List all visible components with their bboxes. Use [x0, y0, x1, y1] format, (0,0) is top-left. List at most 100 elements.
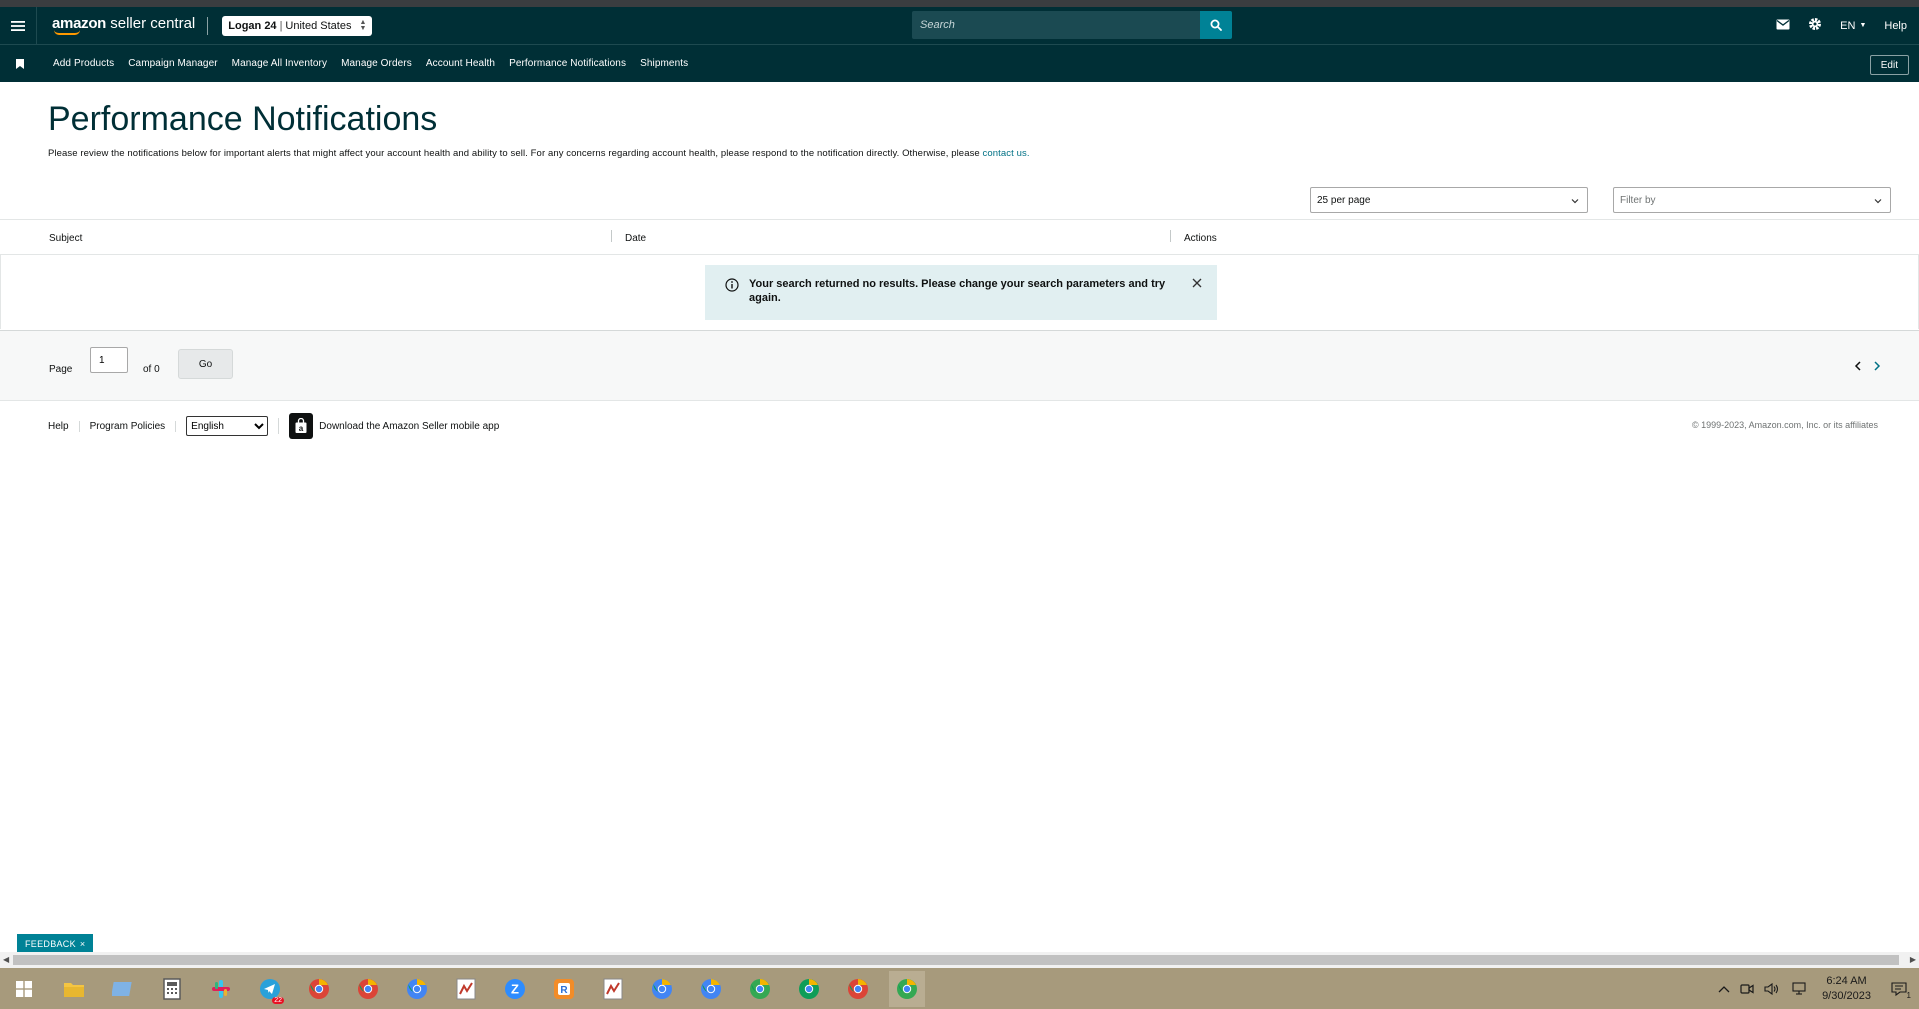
scrollbar-thumb[interactable] — [13, 955, 1899, 965]
chevron-up-icon[interactable] — [1718, 985, 1730, 993]
file-explorer-icon[interactable] — [56, 971, 92, 1007]
filter-by-placeholder: Filter by — [1620, 194, 1656, 206]
language-selector[interactable]: EN ▼ — [1840, 20, 1866, 32]
bookmark-icon[interactable] — [0, 58, 40, 69]
nav-items: Add Products Campaign Manager Manage All… — [53, 58, 688, 69]
page-count-label: of 0 — [143, 364, 160, 375]
page-number-input[interactable] — [90, 347, 128, 373]
close-icon[interactable] — [1191, 277, 1203, 289]
footer: Help Program Policies English a Download… — [48, 412, 1878, 440]
logo-smile-icon — [54, 30, 80, 35]
amazon-seller-app-icon[interactable]: a — [289, 413, 314, 439]
footer-program-policies-link[interactable]: Program Policies — [80, 420, 177, 432]
search-icon — [1210, 19, 1222, 31]
settings-gear-icon[interactable] — [1808, 17, 1822, 34]
windows-taskbar: 22 Z R 6:24 AM 9/30/2023 1 — [0, 968, 1919, 1009]
column-divider — [1170, 230, 1171, 242]
nav-item-account-health[interactable]: Account Health — [426, 58, 495, 69]
unread-badge: 22 — [272, 996, 284, 1004]
account-marketplace: United States — [285, 19, 352, 32]
scroll-left-icon[interactable]: ◀ — [3, 955, 9, 964]
meet-now-icon[interactable] — [1740, 983, 1754, 995]
footer-help-link[interactable]: Help — [48, 420, 80, 432]
nav-item-manage-orders[interactable]: Manage Orders — [341, 58, 412, 69]
chevron-left-icon[interactable] — [1853, 360, 1863, 372]
top-header: amazon seller central Logan 24 | United St… — [0, 7, 1919, 44]
window-top-strip — [0, 0, 1919, 7]
chrome-icon[interactable] — [840, 971, 876, 1007]
column-divider — [611, 230, 612, 242]
chevron-right-icon[interactable] — [1872, 360, 1882, 372]
page-label: Page — [49, 364, 73, 375]
logo-divider — [207, 16, 209, 35]
taskbar-apps: 22 Z R — [56, 970, 925, 1007]
chrome-profile-icon[interactable] — [644, 971, 680, 1007]
windows-logo-icon — [16, 980, 32, 997]
notifications-icon[interactable]: 1 — [1891, 981, 1911, 1000]
mail-icon[interactable] — [1776, 19, 1790, 33]
slack-icon[interactable] — [203, 971, 239, 1007]
column-header-subject[interactable]: Subject — [49, 233, 82, 244]
search-button[interactable] — [1200, 11, 1232, 39]
telegram-icon[interactable]: 22 — [252, 971, 288, 1007]
network-icon[interactable] — [1790, 982, 1806, 995]
per-page-value: 25 per page — [1317, 194, 1371, 206]
chrome-profile-icon[interactable] — [742, 971, 778, 1007]
nav-item-shipments[interactable]: Shipments — [640, 58, 688, 69]
account-name: Logan 24 — [228, 19, 277, 32]
footer-divider — [278, 418, 280, 434]
chrome-profile-icon[interactable] — [399, 971, 435, 1007]
chrome-profile-icon[interactable] — [693, 971, 729, 1007]
page-description-text: Please review the notifications below fo… — [48, 148, 983, 159]
clock-time: 6:24 AM — [1826, 974, 1867, 987]
page-title: Performance Notifications — [48, 100, 438, 138]
table-body: Your search returned no results. Please … — [0, 255, 1919, 329]
filter-by-select[interactable]: Filter by — [1613, 187, 1891, 213]
footer-language-select[interactable]: English — [186, 416, 269, 436]
nav-item-performance-notifications[interactable]: Performance Notifications — [509, 58, 626, 69]
r-app-icon[interactable]: R — [546, 971, 582, 1007]
chevron-down-icon — [1571, 199, 1579, 204]
seller-central-logo[interactable]: amazon seller central — [52, 16, 195, 35]
chrome-profile-icon[interactable] — [350, 971, 386, 1007]
svg-text:Z: Z — [511, 981, 519, 996]
edit-nav-button[interactable]: Edit — [1869, 55, 1909, 75]
scroll-right-icon[interactable]: ▶ — [1910, 955, 1916, 964]
contact-us-link[interactable]: contact us. — [983, 148, 1030, 159]
search-input[interactable] — [912, 11, 1200, 39]
header-help-link[interactable]: Help — [1884, 20, 1907, 32]
volume-icon[interactable] — [1764, 982, 1780, 995]
spreadsheet-icon[interactable] — [595, 971, 631, 1007]
chrome-icon[interactable] — [301, 971, 337, 1007]
nav-item-add-products[interactable]: Add Products — [53, 58, 114, 69]
nav-item-campaign-manager[interactable]: Campaign Manager — [128, 58, 217, 69]
navigation-bar: Add Products Campaign Manager Manage All… — [0, 44, 1919, 82]
nav-item-manage-all-inventory[interactable]: Manage All Inventory — [232, 58, 327, 69]
menu-icon[interactable] — [0, 7, 37, 44]
per-page-select[interactable]: 25 per page — [1310, 187, 1588, 213]
notification-count: 1 — [1906, 990, 1911, 1000]
feedback-button[interactable]: FEEDBACK × — [17, 934, 94, 953]
go-button[interactable]: Go — [178, 349, 233, 379]
spreadsheet-icon[interactable] — [448, 971, 484, 1007]
system-tray: 6:24 AM 9/30/2023 1 — [1718, 968, 1919, 1009]
account-switcher[interactable]: Logan 24 | United States ▲ ▼ — [222, 15, 373, 36]
notepad-icon[interactable] — [105, 971, 141, 1007]
calculator-icon[interactable] — [154, 971, 190, 1007]
no-results-message: Your search returned no results. Please … — [749, 278, 1166, 304]
no-results-alert: Your search returned no results. Please … — [705, 265, 1217, 320]
windows-start-button[interactable] — [0, 968, 48, 1009]
caret-down-icon: ▼ — [1859, 22, 1867, 29]
switcher-arrows-icon: ▲ ▼ — [359, 18, 367, 32]
header-actions: EN ▼ Help — [1776, 7, 1907, 44]
horizontal-scrollbar[interactable]: ◀ ▶ — [0, 952, 1919, 968]
close-icon[interactable]: × — [80, 939, 86, 949]
chrome-profile-icon[interactable] — [889, 970, 925, 1007]
zoom-icon[interactable]: Z — [497, 971, 533, 1007]
download-app-link[interactable]: Download the Amazon Seller mobile app — [319, 421, 499, 432]
chrome-profile-icon[interactable] — [791, 971, 827, 1007]
clock-date: 9/30/2023 — [1822, 989, 1871, 1002]
column-header-actions: Actions — [1184, 233, 1217, 244]
taskbar-clock[interactable]: 6:24 AM 9/30/2023 — [1822, 974, 1871, 1004]
column-header-date[interactable]: Date — [625, 233, 646, 244]
